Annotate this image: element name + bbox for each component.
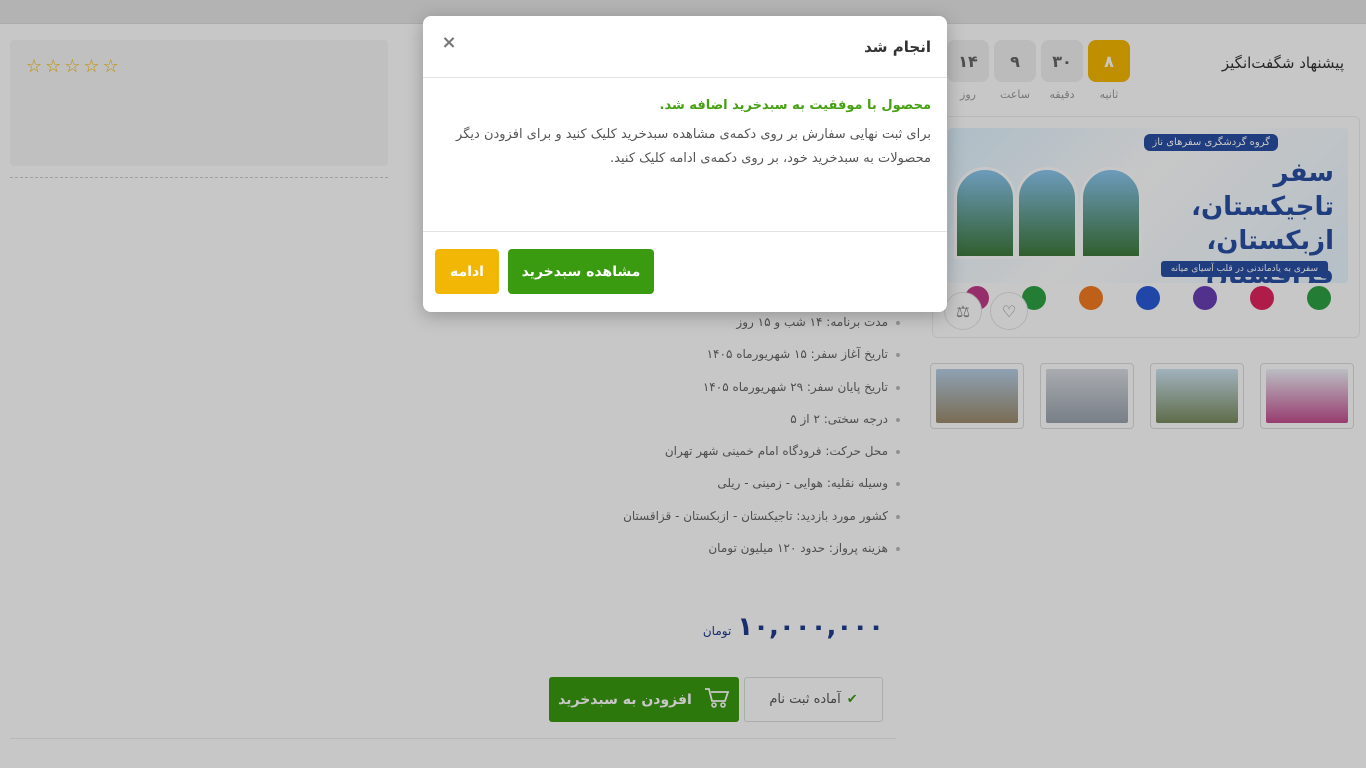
dialog-title: انجام شد bbox=[864, 38, 931, 56]
continue-button[interactable]: ادامه bbox=[435, 249, 499, 294]
cart-added-dialog: انجام شد × محصول با موفقیت به سبدخرید اض… bbox=[423, 16, 947, 312]
view-cart-button[interactable]: مشاهده سبدخرید bbox=[508, 249, 654, 294]
dialog-header: انجام شد × bbox=[423, 16, 947, 78]
info-message: برای ثبت نهایی سفارش بر روی دکمه‌ی مشاهد… bbox=[456, 127, 931, 166]
close-icon[interactable]: × bbox=[439, 32, 459, 53]
dialog-footer: مشاهده سبدخرید ادامه bbox=[423, 232, 947, 310]
success-message: محصول با موفقیت به سبدخرید اضافه شد. bbox=[659, 98, 931, 113]
dialog-body: محصول با موفقیت به سبدخرید اضافه شد. برا… bbox=[423, 78, 947, 232]
